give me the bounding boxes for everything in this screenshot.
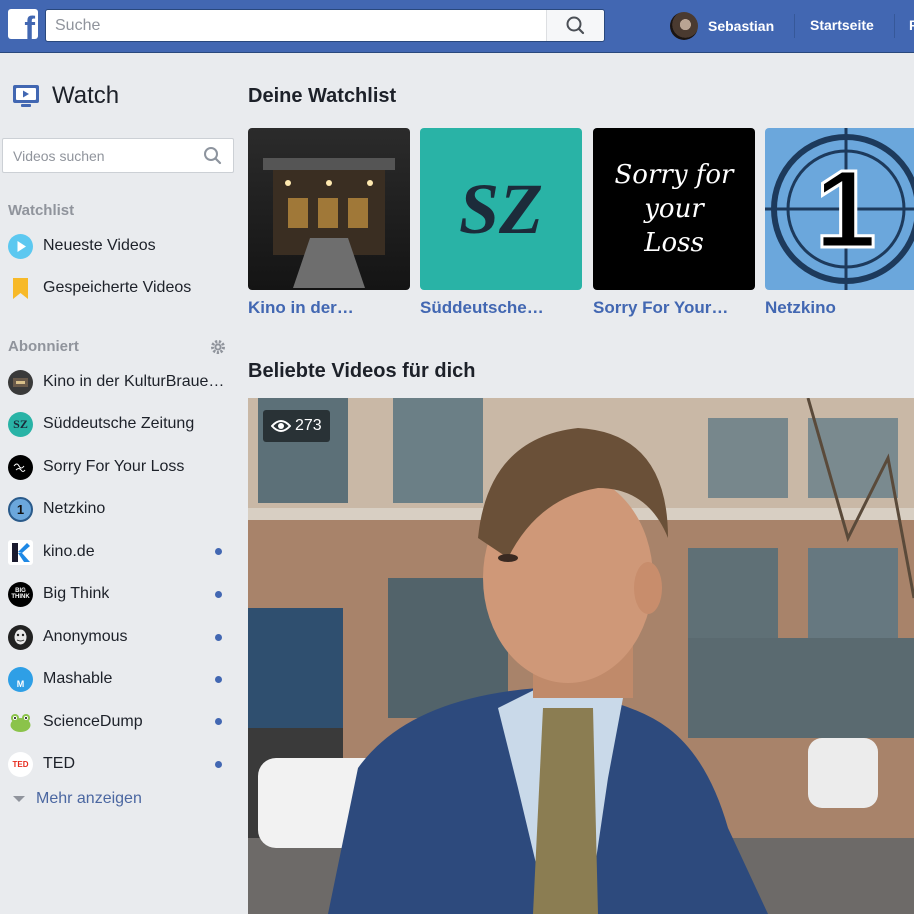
sidebar-item-mashable[interactable]: M Mashable — [8, 664, 234, 694]
sidebar-item-label: Netzkino — [43, 500, 106, 517]
sidebar-item-label: TED — [43, 755, 75, 772]
nav-divider — [894, 14, 895, 38]
video-search — [2, 138, 234, 173]
gear-icon[interactable] — [209, 338, 227, 356]
card-title[interactable]: Süddeutsche… — [420, 298, 544, 318]
sidebar-item-label: kino.de — [43, 543, 95, 560]
watchlist-card[interactable]: Sorry for your Loss Sorry For Your… — [593, 128, 755, 317]
channel-avatar — [8, 369, 33, 395]
watchlist-card[interactable]: SZ Süddeutsche… — [420, 128, 582, 317]
sidebar-item-label: Gespeicherte Videos — [43, 279, 192, 296]
search-button[interactable] — [546, 10, 604, 41]
sidebar-item-big-think[interactable]: BIG THINK Big Think — [8, 579, 234, 609]
unread-dot — [215, 676, 222, 683]
global-search — [45, 9, 605, 42]
sidebar-item-label: Mashable — [43, 670, 113, 687]
top-bar: f Sebastian Startseite F — [0, 0, 914, 53]
sidebar-item-label: Anonymous — [43, 628, 128, 645]
sidebar-item-label: Sorry For Your Loss — [43, 458, 185, 475]
popular-heading: Beliebte Videos für dich — [248, 360, 476, 382]
show-more-label: Mehr anzeigen — [36, 790, 142, 807]
channel-avatar: 1 — [8, 496, 33, 522]
sidebar-item-label: ScienceDump — [43, 713, 143, 730]
sorry-logo: Sorry for your Loss — [614, 160, 734, 258]
card-title[interactable]: Netzkino — [765, 298, 836, 318]
frog-icon — [8, 710, 33, 735]
channel-avatar — [8, 454, 33, 480]
sz-logo: SZ — [458, 168, 544, 249]
watchlist-card[interactable]: 1 Netzkino — [765, 128, 914, 317]
card-title[interactable]: Sorry For Your… — [593, 298, 728, 318]
unread-dot — [215, 634, 222, 641]
watch-title: Watch — [52, 82, 120, 109]
sidebar-item-ted[interactable]: TED TED — [8, 749, 234, 779]
bookmark-icon — [8, 276, 33, 301]
nav-divider — [794, 14, 795, 38]
avatar — [670, 12, 698, 40]
sidebar-item-kino-kulturbrauerei[interactable]: Kino in der KulturBraue… — [8, 367, 234, 397]
unread-dot — [215, 761, 222, 768]
unread-dot — [215, 548, 222, 555]
card-thumbnail: Sorry for your Loss — [593, 128, 755, 290]
profile-link[interactable]: Sebastian — [670, 11, 774, 41]
sidebar-item-sciencedump[interactable]: ScienceDump — [8, 707, 234, 737]
user-name: Sebastian — [708, 18, 775, 34]
channel-avatar — [8, 539, 33, 565]
netzkino-logo: 1 — [813, 147, 877, 273]
global-search-input[interactable] — [46, 10, 546, 41]
sidebar-item-anonymous[interactable]: Anonymous — [8, 622, 234, 652]
chevron-down-icon — [13, 796, 25, 802]
card-thumbnail: SZ — [420, 128, 582, 290]
sidebar-item-sueddeutsche[interactable]: SZ Süddeutsche Zeitung — [8, 409, 234, 439]
watch-header[interactable]: Watch — [12, 82, 119, 110]
sidebar-item-netzkino[interactable]: 1 Netzkino — [8, 494, 234, 524]
channel-avatar — [8, 624, 33, 650]
play-icon — [8, 233, 33, 259]
sidebar-item-label: Süddeutsche Zeitung — [43, 415, 195, 432]
video-player[interactable] — [248, 398, 914, 914]
sidebar-item-kino-de[interactable]: kino.de — [8, 537, 234, 567]
sidebar-item-latest-videos[interactable]: Neueste Videos — [8, 231, 234, 261]
unread-dot — [215, 591, 222, 598]
eye-icon — [271, 420, 291, 432]
watchlist-section-label: Watchlist — [8, 202, 75, 219]
video-frame — [248, 398, 914, 914]
sidebar-item-saved-videos[interactable]: Gespeicherte Videos — [8, 273, 234, 303]
channel-avatar: TED — [8, 751, 33, 777]
sidebar-item-sorry-for-your-loss[interactable]: Sorry For Your Loss — [8, 452, 234, 482]
sidebar-item-label: Neueste Videos — [43, 237, 156, 254]
view-count-badge: 273 — [263, 410, 330, 442]
card-thumbnail — [248, 128, 410, 290]
card-title[interactable]: Kino in der… — [248, 298, 354, 318]
facebook-logo[interactable]: f — [8, 9, 38, 39]
card-thumbnail: 1 — [765, 128, 914, 290]
channel-avatar: M — [8, 666, 33, 692]
home-link[interactable]: Startseite — [810, 17, 874, 33]
channel-avatar: SZ — [8, 411, 33, 437]
unread-dot — [215, 718, 222, 725]
video-search-input[interactable] — [3, 139, 198, 172]
watchlist-heading: Deine Watchlist — [248, 85, 397, 107]
sidebar-item-label: Big Think — [43, 585, 110, 602]
show-more-link[interactable]: Mehr anzeigen — [12, 790, 142, 808]
sidebar-item-label: Kino in der KulturBraue… — [43, 373, 225, 390]
search-icon[interactable] — [203, 146, 223, 166]
friends-link[interactable]: F — [909, 17, 914, 33]
search-icon — [566, 16, 585, 35]
subscribed-section-label: Abonniert — [8, 338, 79, 355]
watchlist-card[interactable]: Kino in der… — [248, 128, 410, 317]
channel-avatar: BIG THINK — [8, 581, 33, 607]
view-count: 273 — [295, 417, 322, 434]
watch-tv-icon — [13, 85, 39, 107]
